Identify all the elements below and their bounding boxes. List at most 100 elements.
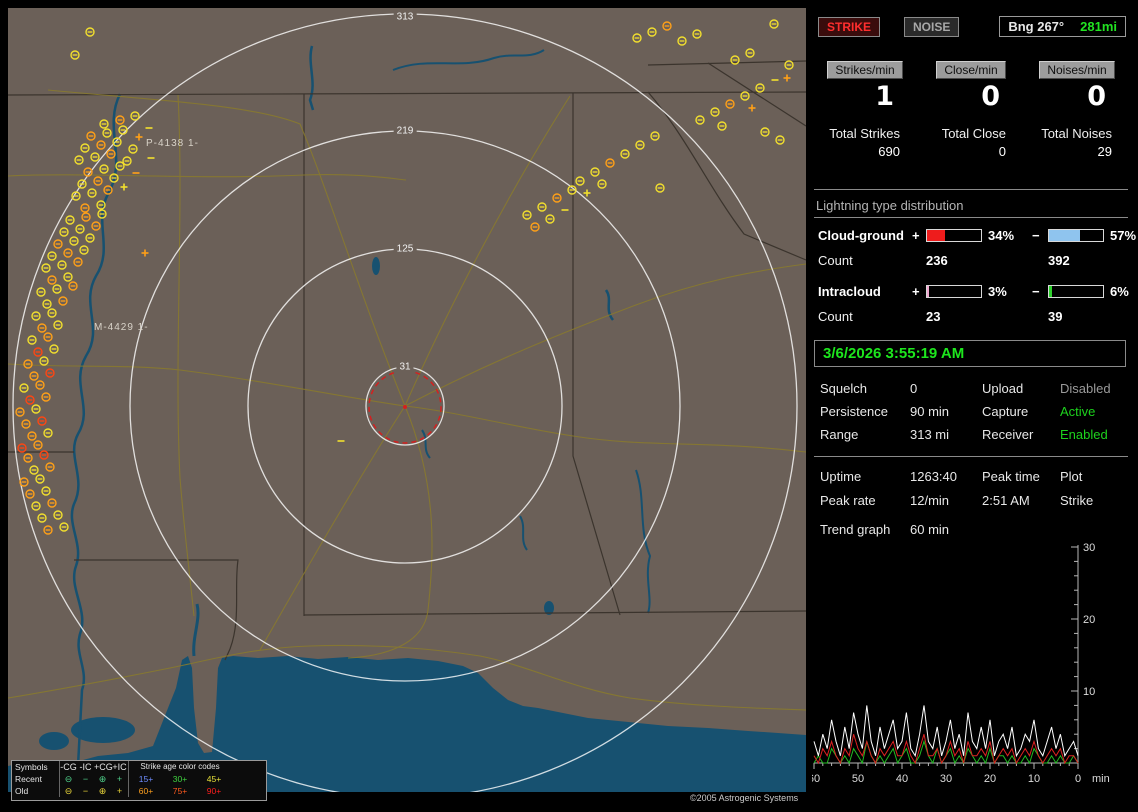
cg-positive-count: 236 [926,253,948,268]
uptime-label: Uptime [820,469,862,484]
distribution-title: Lightning type distribution [816,198,964,213]
age-90: 90+ [206,786,222,796]
plot-value: Strike [1060,493,1094,508]
plot-label: Plot [1060,469,1083,484]
intracloud-label: Intracloud [818,284,881,299]
range-value: 313 mi [910,427,950,442]
cloud-ground-row: Cloud-ground + 34% − 57% [818,228,1136,243]
datetime-display: 3/6/2026 3:55:19 AM [814,340,1126,367]
count-label: Count [818,253,853,268]
intracloud-count-row: Count 23 39 [818,309,1130,324]
minus-sign: − [1032,284,1040,299]
total-noises-label: Total Noises [1041,126,1112,141]
old-cg-neg-icon: ⊖ [64,786,73,796]
rate-values-row: 1 0 0 [812,79,1130,112]
strike-button[interactable]: STRIKE [818,16,881,37]
persistence-value: 90 min [910,404,950,419]
legend-symbols-header: Symbols [15,762,48,772]
total-strikes-label: Total Strikes [829,126,900,141]
detector-marker [403,405,407,409]
trend-series-noise [813,739,1079,765]
svg-text:20: 20 [984,773,996,785]
trend-graph-label: Trend graph [820,522,891,537]
recent-cg-pos-icon: ⊕ [98,774,107,784]
receiver-label: Receiver [982,427,1034,442]
total-noises-value: 29 [1097,144,1112,159]
plus-sign: + [912,228,920,243]
age-30: 30+ [172,774,188,784]
top-toolbar: STRIKE NOISE Bng 267° 281mi [818,16,1126,37]
peak-rate-label: Peak rate [820,493,876,508]
noises-per-min-chip[interactable]: Noises/min [1039,61,1115,79]
total-values-row: 690 0 29 [812,141,1130,159]
total-strikes-value: 690 [878,144,900,159]
legend-header-ic-pos: +IC [112,762,127,772]
ic-positive-bar [926,285,982,298]
cg-negative-pct: 57% [1110,228,1137,243]
copyright-text: ©2005 Astrogenic Systems [690,793,799,803]
cg-positive-bar [926,229,982,242]
cg-positive-pct: 34% [988,228,1015,243]
ic-positive-pct: 3% [988,284,1007,299]
count-label: Count [818,309,853,324]
capture-label: Capture [982,404,1029,419]
recent-ic-neg-icon: − [82,774,89,784]
svg-text:40: 40 [896,773,908,785]
age-60: 60+ [138,786,154,796]
trend-graph-canvas: 10 20 30 60 50 40 30 20 10 0 min [808,542,1110,785]
age-45: 45+ [206,774,222,784]
capture-status: Active [1060,404,1096,419]
bearing-distance: 281mi [1080,19,1117,34]
map-view[interactable]: 313 219 125 31 P-4138 1- M-4429 1- [8,8,806,792]
total-close-label: Total Close [941,126,1006,141]
total-labels-row: Total Strikes Total Close Total Noises [812,112,1130,141]
uptime-value: 1263:40 [910,469,957,484]
age-15: 15+ [138,774,154,784]
legend-age-header: Strike age color codes [140,762,220,771]
old-ic-neg-icon: − [82,786,89,796]
ic-negative-bar [1048,285,1104,298]
persistence-label: Persistence [820,404,888,419]
cg-negative-bar [1048,229,1104,242]
receiver-status: Enabled [1060,427,1108,442]
trend-graph: 10 20 30 60 50 40 30 20 10 0 min [808,541,1130,800]
settings-panel: Squelch 0 Upload Disabled Persistence 90… [820,381,1130,442]
legend-old-label: Old [15,786,29,796]
svg-text:30: 30 [940,773,952,785]
range-label: Range [820,427,859,442]
ic-negative-count: 39 [1048,309,1063,324]
bearing-display: Bng 267° 281mi [999,16,1126,37]
total-close-value: 0 [998,144,1006,159]
sidebar-panel: STRIKE NOISE Bng 267° 281mi Strikes/min … [808,8,1136,804]
legend-header-cg-pos: +CG [94,762,113,772]
ic-negative-pct: 6% [1110,284,1129,299]
svg-text:min: min [1092,773,1110,785]
close-per-min-value: 0 [981,81,1000,112]
plus-sign: + [912,284,920,299]
svg-text:30: 30 [1083,542,1095,554]
peak-rate-value: 12/min [910,493,950,508]
noises-per-min-value: 0 [1087,81,1106,112]
squelch-label: Squelch [820,381,867,396]
svg-text:0: 0 [1075,773,1081,785]
range-ring-label: 125 [393,243,417,255]
minus-sign: − [1032,228,1040,243]
recent-ic-pos-icon: + [116,774,123,784]
peak-time-value: 2:51 AM [982,493,1030,508]
svg-text:10: 10 [1083,686,1095,698]
upload-status: Disabled [1060,381,1111,396]
strikes-per-min-value: 1 [875,81,894,112]
cg-negative-count: 392 [1048,253,1070,268]
divider [814,189,1128,190]
trend-graph-window: 60 min [910,522,950,537]
old-cg-pos-icon: ⊕ [98,786,107,796]
close-per-min-chip[interactable]: Close/min [936,61,1006,79]
storm-cell-label: M-4429 1- [94,322,149,333]
svg-text:50: 50 [852,773,864,785]
divider [814,217,1128,218]
strikes-per-min-chip[interactable]: Strikes/min [827,61,903,79]
storm-cell-label: P-4138 1- [146,138,199,149]
noise-button[interactable]: NOISE [904,16,960,37]
rate-chips-row: Strikes/min Close/min Noises/min [812,61,1130,79]
old-ic-pos-icon: + [116,786,123,796]
